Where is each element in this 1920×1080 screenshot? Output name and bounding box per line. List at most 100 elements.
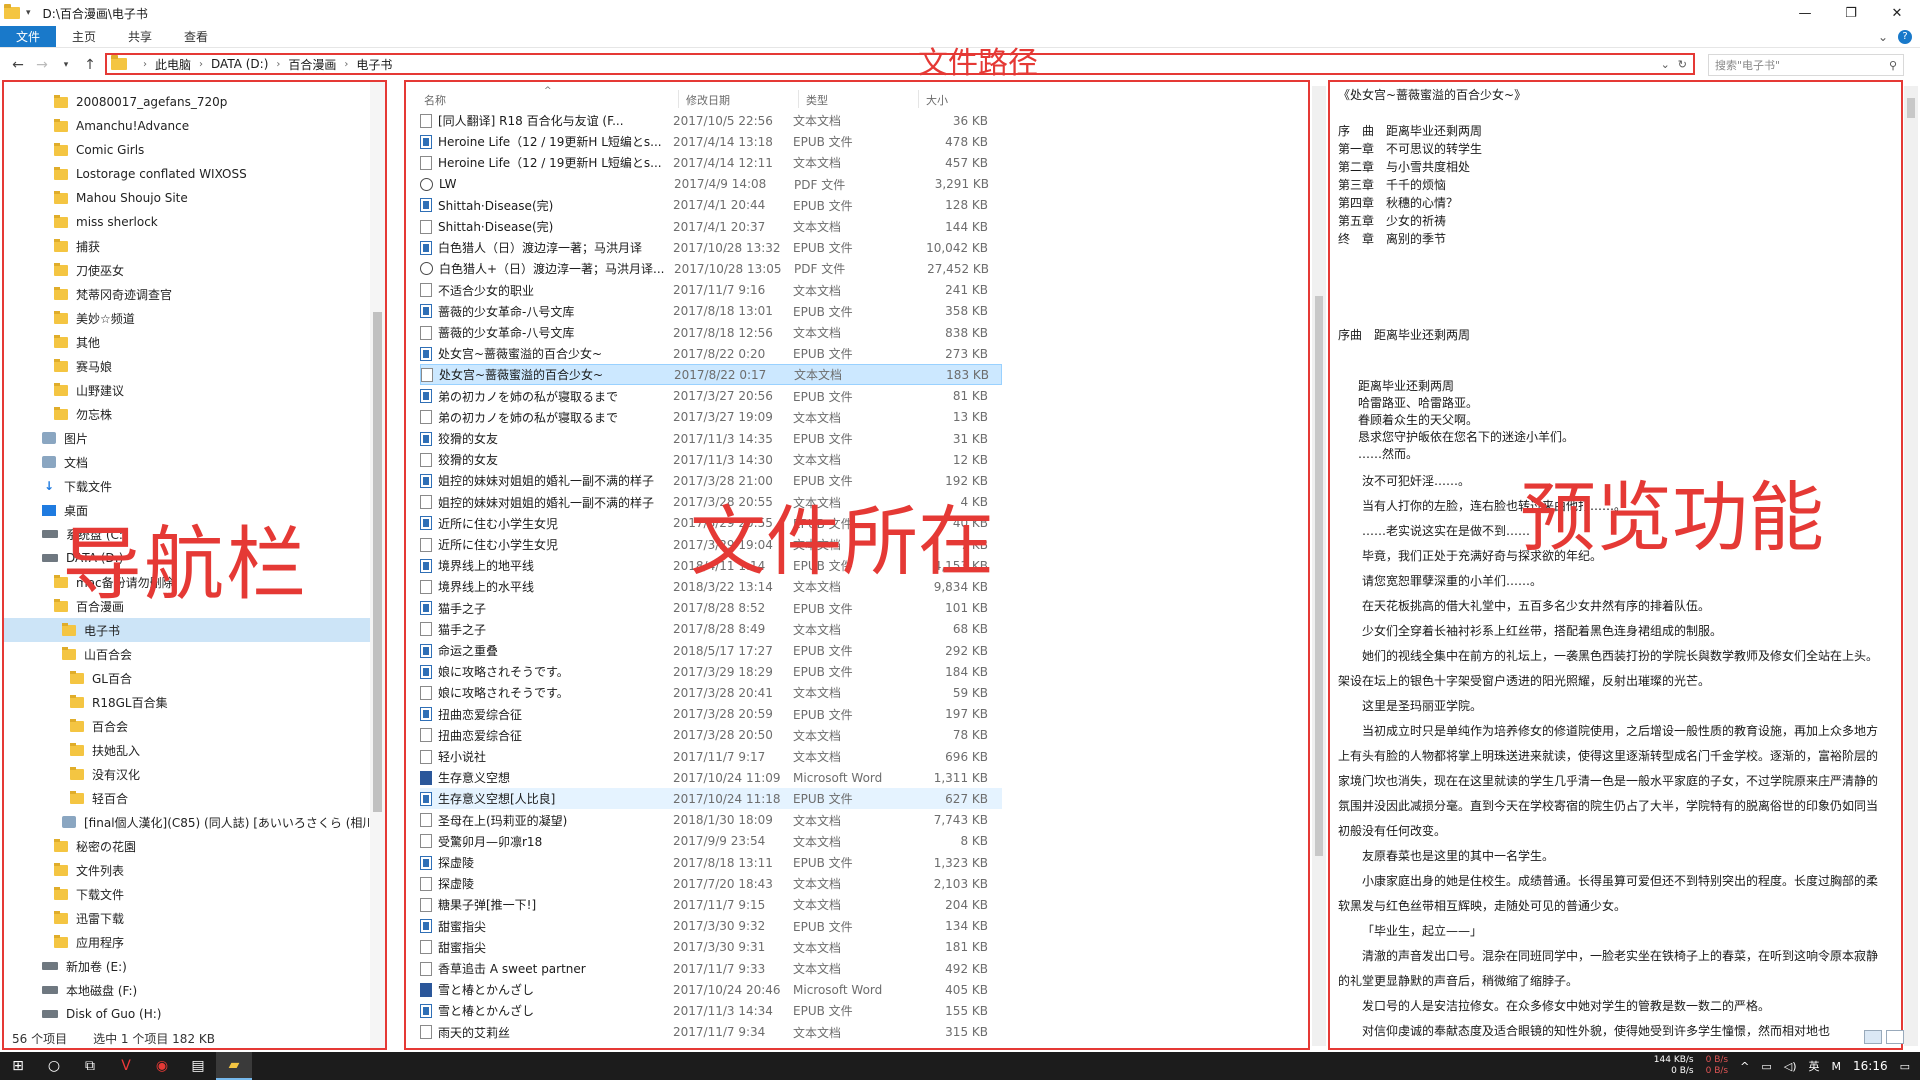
breadcrumb-this-pc[interactable]: 此电脑 (155, 56, 191, 73)
file-row[interactable]: LW 2017/4/9 14:08 PDF 文件 3,291 KB (420, 174, 1002, 195)
nav-item[interactable]: 文档 (4, 450, 374, 474)
cortana-icon[interactable]: ○ (36, 1052, 72, 1080)
file-row[interactable]: 猫手之子 2017/8/28 8:49 文本文档 68 KB (420, 619, 1002, 640)
file-list-scrollbar[interactable] (1312, 86, 1326, 1046)
file-row[interactable]: 雪と椿とかんざし 2017/10/24 20:46 Microsoft Word 40… (420, 979, 1002, 1000)
ime-indicator[interactable]: 英 (1809, 1058, 1820, 1074)
nav-item[interactable]: 本地磁盘 (F:) (4, 978, 374, 1002)
details-view-icon[interactable] (1864, 1030, 1882, 1044)
file-row[interactable]: 糖果子弹[推一下!] 2017/11/7 9:15 文本文档 204 KB (420, 894, 1002, 915)
notification-icon[interactable]: ▭ (1900, 1060, 1910, 1073)
file-row[interactable]: 轻小说社 2017/11/7 9:17 文本文档 696 KB (420, 746, 1002, 767)
address-dropdown-icon[interactable]: ⌄ (1661, 58, 1670, 71)
app-netease-music-icon[interactable]: ◉ (144, 1052, 180, 1080)
app-file-explorer-icon[interactable]: ▰ (216, 1052, 252, 1080)
nav-item[interactable]: 刀使巫女 (4, 258, 374, 282)
nav-item[interactable]: 百合会 (4, 714, 374, 738)
windows-start-icon[interactable]: ⊞ (0, 1052, 36, 1080)
file-row[interactable]: 生存意义空想[人比良] 2017/10/24 11:18 EPUB 文件 627 KB (420, 788, 1002, 810)
nav-item[interactable]: 下载文件 (4, 882, 374, 906)
search-input[interactable]: 搜索"电子书" ⚲ (1708, 54, 1904, 76)
nav-item[interactable]: 图片 (4, 426, 374, 450)
forward-arrow-icon[interactable]: → (30, 57, 54, 73)
task-view-icon[interactable]: ⧉ (72, 1052, 108, 1080)
tab-view[interactable]: 查看 (168, 26, 224, 47)
breadcrumb-data-d[interactable]: DATA (D:) (211, 57, 268, 71)
file-row[interactable]: 不适合少女的职业 2017/11/7 9:16 文本文档 241 KB (420, 280, 1002, 301)
nav-item[interactable]: 没有汉化 (4, 762, 374, 786)
file-row[interactable]: 探虚陵 2017/7/20 18:43 文本文档 2,103 KB (420, 873, 1002, 894)
nav-item[interactable]: 其他 (4, 330, 374, 354)
nav-item[interactable]: 文件列表 (4, 858, 374, 882)
address-bar[interactable]: › 此电脑 › DATA (D:) › 百合漫画 › 电子书 ⌄ ↻ (105, 53, 1695, 75)
tab-share[interactable]: 共享 (112, 26, 168, 47)
expand-ribbon-icon[interactable]: ⌄ (1878, 30, 1888, 44)
volume-icon[interactable]: ◁) (1784, 1060, 1797, 1073)
close-button[interactable]: ✕ (1874, 0, 1920, 26)
file-row[interactable]: 狡猾的女友 2017/11/3 14:30 文本文档 12 KB (420, 449, 1002, 470)
nav-item[interactable]: Amanchu!Advance (4, 114, 374, 138)
nav-item[interactable]: 电子书 (4, 618, 374, 642)
file-row[interactable]: 甜蜜指尖 2017/3/30 9:31 文本文档 181 KB (420, 937, 1002, 958)
file-row[interactable]: 娘に攻略されそうです。 2017/3/29 18:29 EPUB 文件 184 KB (420, 661, 1002, 682)
nav-item[interactable]: R18GL百合集 (4, 690, 374, 714)
chevron-right-icon[interactable]: › (344, 59, 348, 70)
column-type[interactable]: 类型 (806, 92, 828, 108)
nav-item[interactable]: [final個人漢化](C85) (同人誌) [あいいろさくら (相川りょう)] (4, 810, 385, 834)
file-row[interactable]: 扭曲恋爱综合征 2017/3/28 20:59 EPUB 文件 197 KB (420, 704, 1002, 725)
breadcrumb-yuri-manga[interactable]: 百合漫画 (288, 56, 336, 73)
nav-item[interactable]: 赛马娘 (4, 354, 374, 378)
chevron-right-icon[interactable]: › (199, 59, 203, 70)
nav-item[interactable]: 勿忘株 (4, 402, 374, 426)
app-notepad-icon[interactable]: ▤ (180, 1052, 216, 1080)
back-arrow-icon[interactable]: ← (6, 57, 30, 73)
file-row[interactable]: 白色猎人+（日）渡边淳一著；马洪月译... 2017/10/28 13:05 PDF… (420, 258, 1002, 279)
column-date[interactable]: 修改日期 (686, 92, 730, 108)
maximize-button[interactable]: ❐ (1828, 0, 1874, 26)
nav-item[interactable]: 新加卷 (E:) (4, 954, 374, 978)
large-icons-view-icon[interactable] (1886, 1030, 1904, 1044)
nav-item[interactable]: 应用程序 (4, 930, 374, 954)
file-row[interactable]: Heroine Life（12 / 19更新H L短编とs... 2017/4/1… (420, 131, 1002, 152)
file-row[interactable]: 处女宫~蔷薇蜜溢的百合少女~ 2017/8/22 0:17 文本文档 183 KB (420, 364, 1002, 386)
scrollbar-thumb[interactable] (1907, 98, 1915, 118)
file-row[interactable]: 圣母在上(玛莉亚的凝望) 2018/1/30 18:09 文本文档 7,743 KB (420, 810, 1002, 831)
refresh-icon[interactable]: ↻ (1678, 58, 1687, 71)
file-row[interactable]: 受驚卯月—卯凛r18 2017/9/9 23:54 文本文档 8 KB (420, 831, 1002, 852)
file-row[interactable]: 雪と椿とかんざし 2017/11/3 14:34 EPUB 文件 155 KB (420, 1000, 1002, 1021)
app-vivaldi-icon[interactable]: V (108, 1052, 144, 1080)
scrollbar-thumb[interactable] (373, 312, 382, 812)
file-row[interactable]: 蔷薇的少女革命-八号文库 2017/8/18 12:56 文本文档 838 KB (420, 322, 1002, 343)
file-row[interactable]: 命运之重叠 2018/5/17 17:27 EPUB 文件 292 KB (420, 640, 1002, 661)
nav-item[interactable]: 轻百合 (4, 786, 374, 810)
nav-item[interactable]: 20080017_agefans_720p (4, 90, 374, 114)
nav-item[interactable]: 捕获 (4, 234, 374, 258)
up-arrow-icon[interactable]: ↑ (78, 57, 102, 73)
chevron-right-icon[interactable]: › (276, 59, 280, 70)
file-row[interactable]: 生存意义空想 2017/10/24 11:09 Microsoft Word 1,31… (420, 767, 1002, 788)
file-row[interactable]: Shittah·Disease(完) 2017/4/1 20:44 EPUB 文件 1… (420, 195, 1002, 216)
nav-item[interactable]: 迅雷下载 (4, 906, 374, 930)
file-row[interactable]: 扭曲恋爱综合征 2017/3/28 20:50 文本文档 78 KB (420, 725, 1002, 746)
nav-item[interactable]: Disk of Guo (H:) (4, 1002, 374, 1026)
breadcrumb-ebooks[interactable]: 电子书 (356, 56, 392, 73)
tab-home[interactable]: 主页 (56, 26, 112, 47)
file-row[interactable]: 处女宫~蔷薇蜜溢的百合少女~ 2017/8/22 0:20 EPUB 文件 273 K… (420, 343, 1002, 364)
file-row[interactable]: 娘に攻略されそうです。 2017/3/28 20:41 文本文档 59 KB (420, 682, 1002, 703)
file-row[interactable]: 弟の初カノを姉の私が寝取るまで 2017/3/27 20:56 EPUB 文件 81 … (420, 386, 1002, 407)
file-row[interactable]: 白色猎人（日）渡边淳一著；马洪月译 2017/10/28 13:32 EPUB 文件… (420, 237, 1002, 258)
nav-item[interactable]: miss sherlock (4, 210, 374, 234)
column-name[interactable]: 名称 (424, 92, 446, 108)
file-row[interactable]: 弟の初カノを姉の私が寝取るまで 2017/3/27 19:09 文本文档 13 KB (420, 407, 1002, 428)
nav-item[interactable]: Mahou Shoujo Site (4, 186, 374, 210)
nav-item[interactable]: Comic Girls (4, 138, 374, 162)
chevron-down-icon[interactable]: ▾ (26, 8, 31, 18)
nav-item[interactable]: 山野建议 (4, 378, 374, 402)
chevron-right-icon[interactable]: › (143, 59, 147, 70)
file-row[interactable]: 甜蜜指尖 2017/3/30 9:32 EPUB 文件 134 KB (420, 916, 1002, 937)
minimize-button[interactable]: — (1782, 0, 1828, 26)
chevron-up-icon[interactable]: ^ (1740, 1060, 1749, 1073)
file-row[interactable]: 探虚陵 2017/8/18 13:11 EPUB 文件 1,323 KB (420, 852, 1002, 873)
file-row[interactable]: 香草追击 A sweet partner 2017/11/7 9:33 文本文档 49… (420, 958, 1002, 979)
help-icon[interactable]: ? (1898, 29, 1912, 44)
